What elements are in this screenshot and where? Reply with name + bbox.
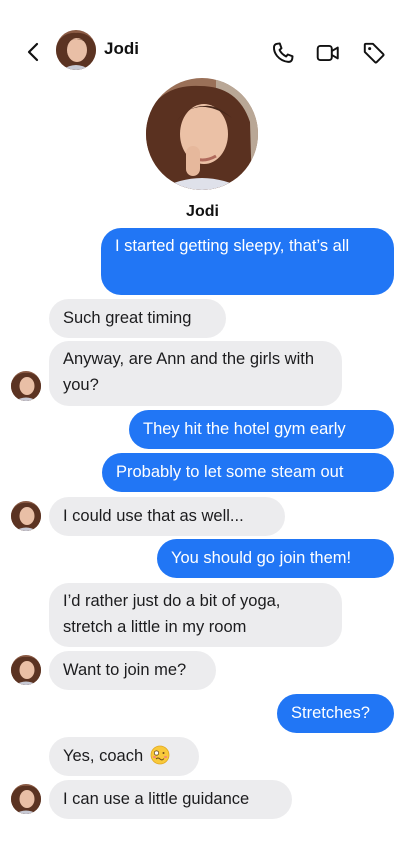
message-text: Yes, coach xyxy=(63,747,144,765)
incoming-message[interactable]: Anyway, are Ann and the girls with you? xyxy=(49,341,342,406)
incoming-message[interactable]: I can use a little guidance xyxy=(49,780,292,819)
message-avatar[interactable] xyxy=(11,655,41,685)
profile-name: Jodi xyxy=(186,203,219,220)
video-camera-icon[interactable] xyxy=(315,40,341,66)
woozy-face-emoji xyxy=(150,741,170,765)
tag-icon[interactable] xyxy=(361,40,387,66)
outgoing-message[interactable]: I started getting sleepy, that’s all xyxy=(101,228,394,295)
incoming-message[interactable]: Yes, coach xyxy=(49,737,199,776)
message-avatar[interactable] xyxy=(11,501,41,531)
incoming-message[interactable]: I could use that as well... xyxy=(49,497,285,536)
incoming-message[interactable]: Such great timing xyxy=(49,299,226,338)
outgoing-message[interactable]: You should go join them! xyxy=(157,539,394,578)
profile-avatar[interactable] xyxy=(146,78,258,190)
outgoing-message[interactable]: Probably to let some steam out xyxy=(102,453,394,492)
message-avatar[interactable] xyxy=(11,784,41,814)
phone-icon[interactable] xyxy=(270,40,296,66)
header-contact-name: Jodi xyxy=(104,39,139,58)
incoming-message[interactable]: Want to join me? xyxy=(49,651,216,690)
outgoing-message[interactable]: Stretches? xyxy=(277,694,394,733)
header-avatar[interactable] xyxy=(56,30,96,70)
message-avatar[interactable] xyxy=(11,371,41,401)
incoming-message[interactable]: I’d rather just do a bit of yoga, stretc… xyxy=(49,583,342,647)
outgoing-message[interactable]: They hit the hotel gym early xyxy=(129,410,394,449)
back-chevron-icon[interactable] xyxy=(22,40,46,64)
